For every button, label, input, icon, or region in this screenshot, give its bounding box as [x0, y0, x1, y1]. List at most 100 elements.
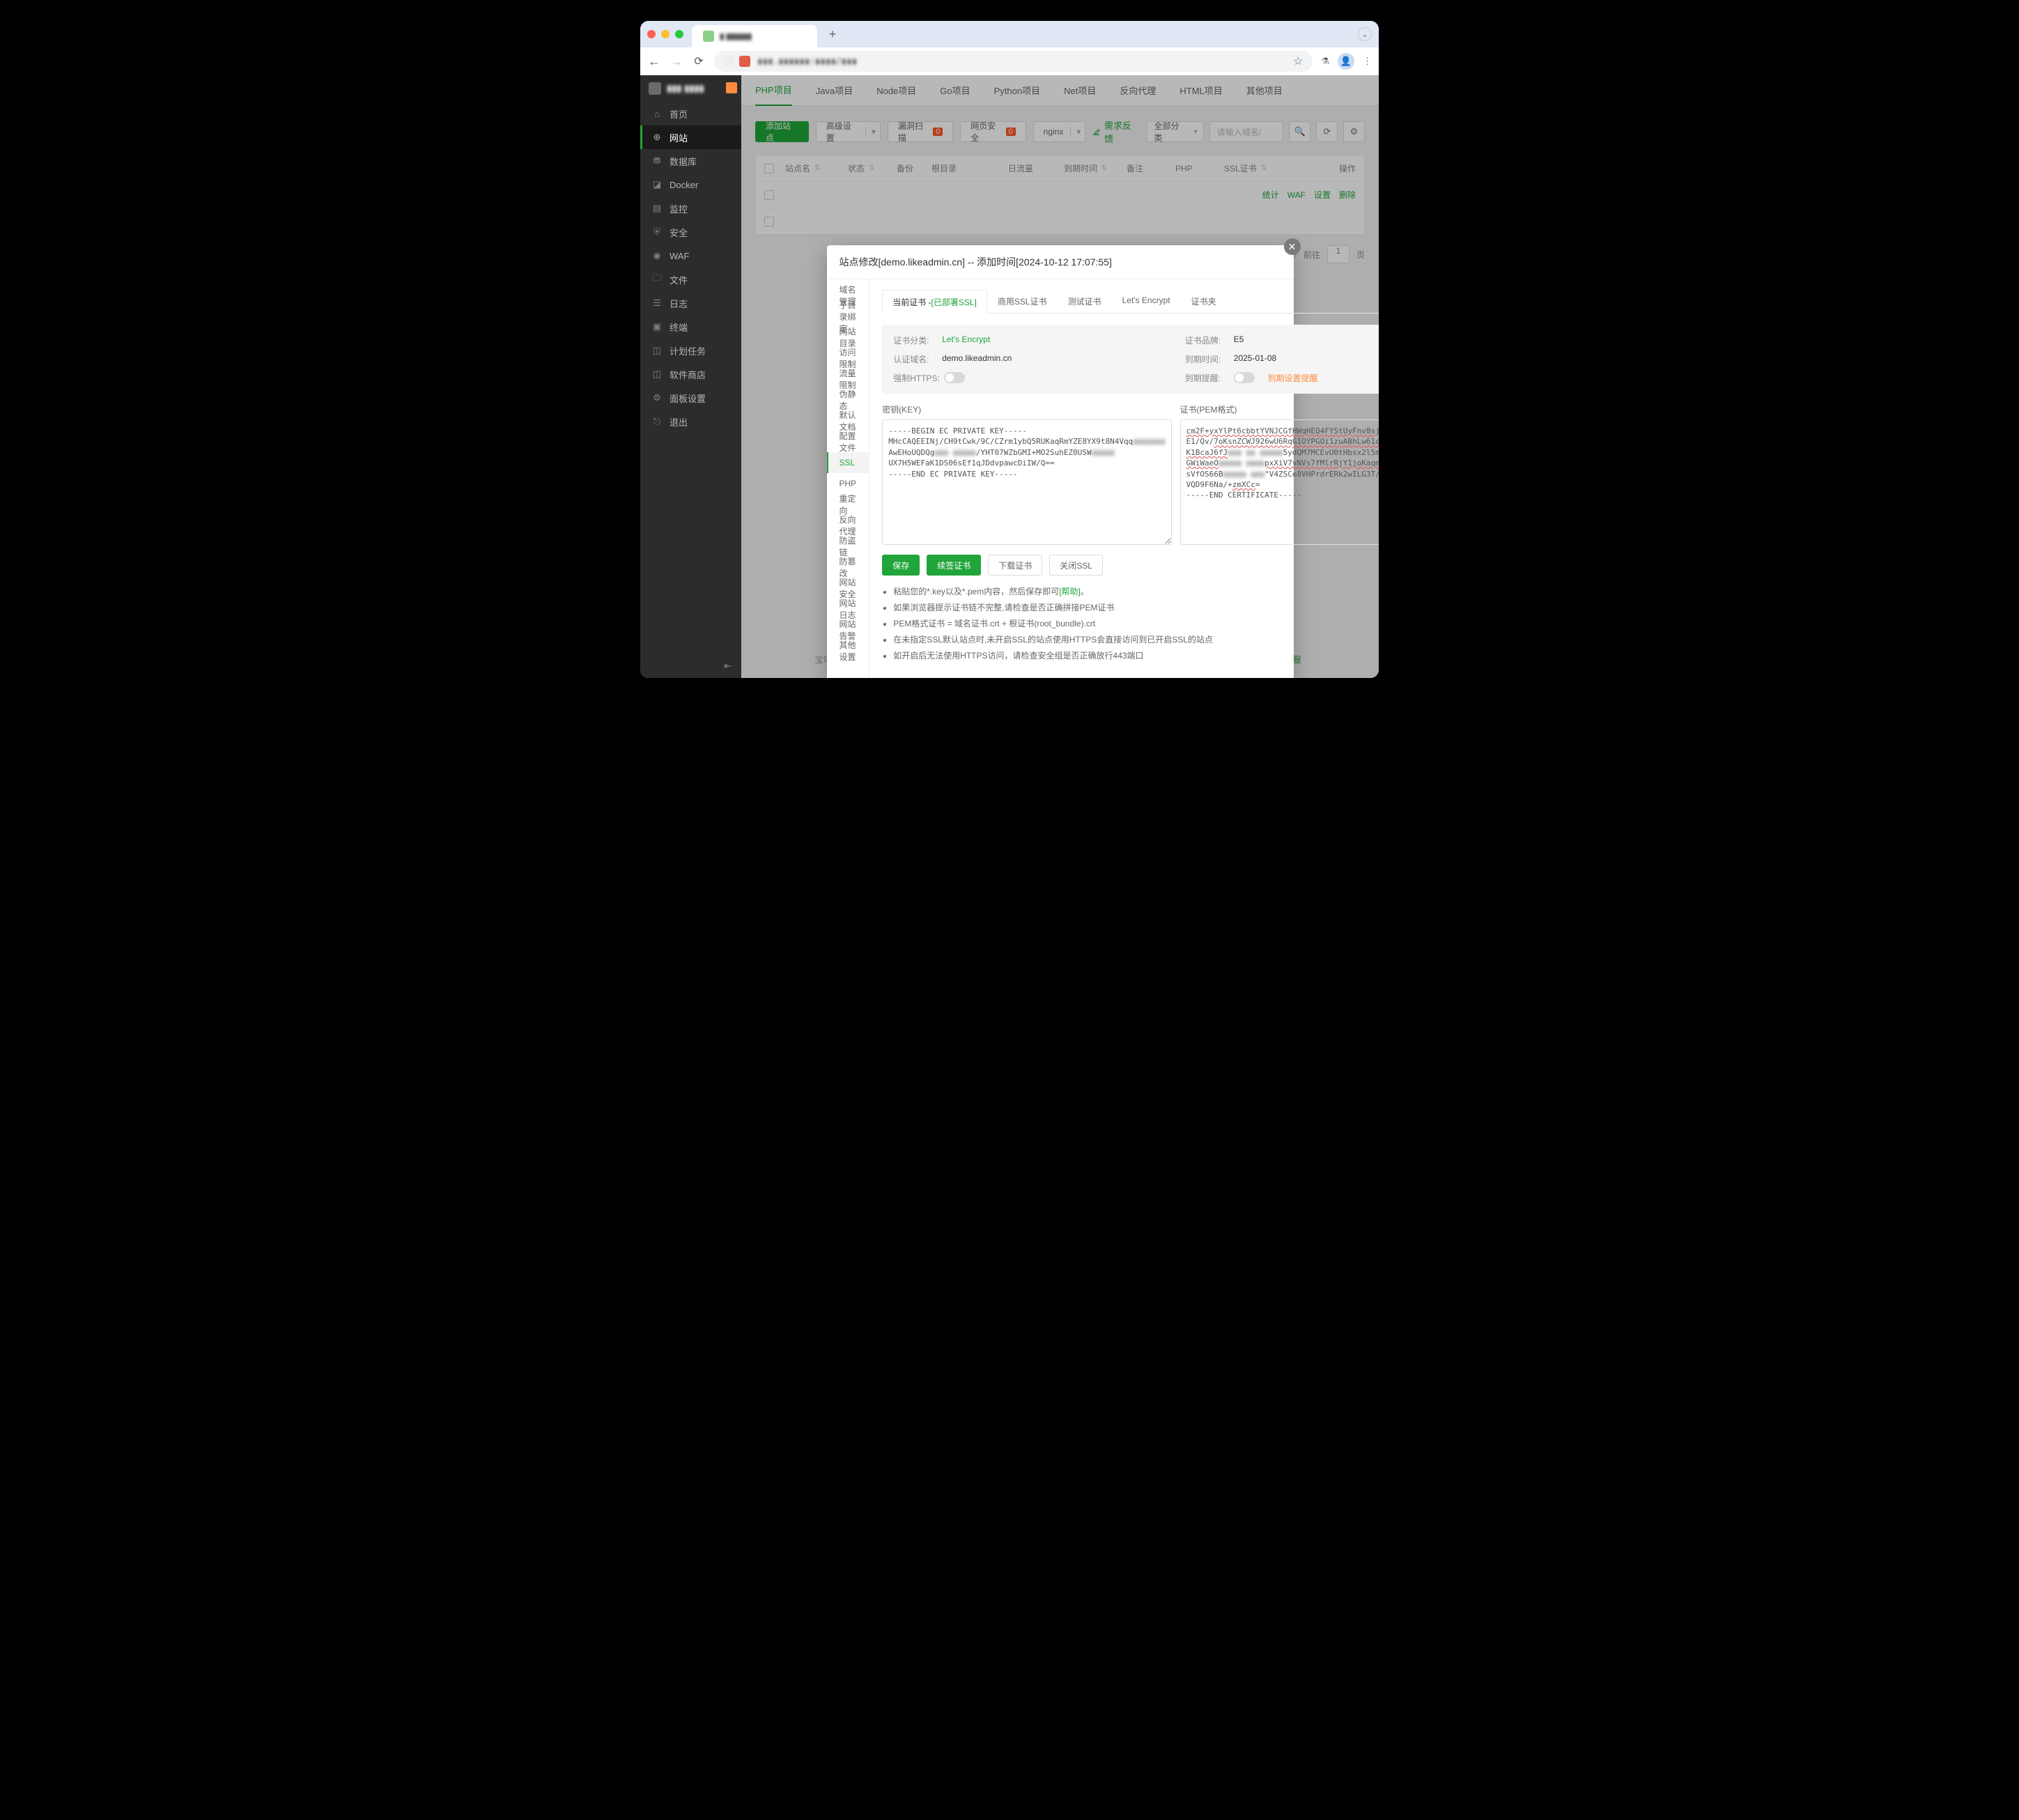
tab-menu-icon[interactable]: ⌄ — [1358, 27, 1372, 41]
modal-nav-redirect[interactable]: 重定向 — [827, 494, 869, 515]
grid-icon: ◫ — [651, 369, 663, 380]
sidebar-item-docker[interactable]: ◪Docker — [640, 173, 741, 196]
sidebar-item-website[interactable]: ⊕网站 — [640, 125, 741, 149]
ssl-tabs: 当前证书 -[已部署SSL] 商用SSL证书 测试证书 Let's Encryp… — [882, 289, 1379, 314]
private-key-textarea[interactable]: -----BEGIN EC PRIVATE KEY-----MHcCAQEEIN… — [882, 419, 1171, 545]
sidebar-item-cron[interactable]: ◫计划任务 — [640, 339, 741, 362]
modal-actions: 保存 续签证书 下载证书 关闭SSL — [882, 555, 1379, 576]
sidebar-item-security[interactable]: ⛨安全 — [640, 220, 741, 244]
profile-avatar[interactable]: 👤 — [1338, 53, 1354, 70]
download-cert-button[interactable]: 下载证书 — [988, 555, 1042, 576]
pem-textarea[interactable]: cm2F+yxYlPt6cbbtYVNJCGfHWqHEQ4FYStUyFnv8… — [1180, 419, 1379, 545]
site-info-icon[interactable] — [724, 56, 735, 67]
modal-nav-subdir[interactable]: 子目录绑定 — [827, 306, 869, 327]
tab-title: ▮ ▮▮▮▮▮▮ — [720, 31, 752, 41]
pem-label: 证书(PEM格式) — [1180, 403, 1379, 415]
close-window-icon[interactable] — [647, 30, 656, 38]
maximize-window-icon[interactable] — [675, 30, 683, 38]
kebab-menu-icon[interactable]: ⋮ — [1363, 56, 1372, 67]
database-icon: ⛃ — [651, 155, 663, 167]
sidebar-logo: ▮▮▮ ▮▮▮▮ — [640, 75, 741, 102]
reload-button[interactable]: ⟳ — [692, 54, 706, 68]
ssl-tab-folder[interactable]: 证书夹 — [1181, 289, 1227, 313]
tip-item: 在未指定SSL默认站点时,未开启SSL的站点使用HTTPS会直接访问到已开启SS… — [893, 633, 1379, 645]
sidebar-item-waf[interactable]: ◉WAF — [640, 244, 741, 268]
sidebar-collapse-button[interactable]: ⇤ — [640, 654, 741, 678]
sidebar-item-files[interactable]: 🗀文件 — [640, 268, 741, 291]
bookmark-icon[interactable]: ☆ — [1293, 54, 1303, 68]
docker-icon: ◪ — [651, 179, 663, 190]
modal-sidebar: 域名管理 子目录绑定 网站目录 访问限制 流量限制 伪静态 默认文档 配置文件 … — [827, 279, 870, 678]
modal-nav-php[interactable]: PHP — [827, 473, 869, 494]
renew-button[interactable]: 续签证书 — [927, 555, 981, 576]
log-icon: ☰ — [651, 298, 663, 309]
modal-nav-webroot[interactable]: 网站目录 — [827, 327, 869, 348]
logo-badge — [726, 82, 737, 93]
modal-nav-weblog[interactable]: 网站日志 — [827, 599, 869, 619]
sidebar-item-logs[interactable]: ☰日志 — [640, 291, 741, 315]
modal-nav-websecurity[interactable]: 网站安全 — [827, 578, 869, 599]
modal-nav-antisteal[interactable]: 防盗链 — [827, 536, 869, 557]
modal-close-button[interactable]: ✕ — [1284, 238, 1301, 255]
home-icon: ⌂ — [651, 108, 663, 119]
modal-nav-proxy[interactable]: 反向代理 — [827, 515, 869, 536]
logout-icon: ⎋ — [651, 416, 663, 427]
globe-icon: ⊕ — [651, 132, 663, 143]
tip-item: 如果浏览器提示证书链不完整,请检查是否正确拼接PEM证书 — [893, 601, 1379, 613]
monitor-icon: ▤ — [651, 203, 663, 214]
browser-tab[interactable]: ▮ ▮▮▮▮▮▮ — [692, 25, 817, 47]
tip-item: 粘贴您的*.key以及*.pem内容，然后保存即可[帮助]。 — [893, 585, 1379, 597]
tip-item: 如开启后无法使用HTTPS访问，请检查安全组是否正确放行443端口 — [893, 649, 1379, 661]
ssl-tab-test[interactable]: 测试证书 — [1058, 289, 1112, 313]
terminal-icon: ▣ — [651, 321, 663, 332]
ssl-tab-le[interactable]: Let's Encrypt — [1112, 289, 1181, 313]
sidebar-item-home[interactable]: ⌂首页 — [640, 102, 741, 125]
url-bar[interactable]: ▮▮▮.▮▮▮▮▮▮:▮▮▮▮/▮▮▮ ☆ — [714, 51, 1313, 72]
save-button[interactable]: 保存 — [882, 555, 920, 576]
forward-button[interactable]: → — [670, 54, 683, 69]
sidebar-item-appstore[interactable]: ◫软件商店 — [640, 362, 741, 386]
labs-icon[interactable]: ⚗ — [1321, 56, 1329, 67]
waf-icon: ◉ — [651, 250, 663, 261]
back-button[interactable]: ← — [647, 54, 661, 69]
sidebar: ▮▮▮ ▮▮▮▮ ⌂首页 ⊕网站 ⛃数据库 ◪Docker ▤监控 ⛨安全 ◉W… — [640, 75, 741, 678]
ssl-tips: 粘贴您的*.key以及*.pem内容，然后保存即可[帮助]。 如果浏览器提示证书… — [882, 585, 1379, 661]
folder-icon: 🗀 — [651, 274, 663, 285]
modal-nav-antitamper[interactable]: 防篡改 — [827, 557, 869, 578]
sidebar-item-logout[interactable]: ⎋退出 — [640, 410, 741, 433]
sidebar-item-terminal[interactable]: ▣终端 — [640, 315, 741, 339]
force-https-toggle[interactable] — [944, 372, 965, 383]
modal-nav-alert[interactable]: 网站告警 — [827, 619, 869, 640]
window-controls — [647, 30, 683, 38]
browser-chrome: ▮ ▮▮▮▮▮▮ + ⌄ ← → ⟳ ▮▮▮.▮▮▮▮▮▮:▮▮▮▮/▮▮▮ ☆… — [640, 21, 1379, 75]
sidebar-item-panel-settings[interactable]: ⚙面板设置 — [640, 386, 741, 410]
calendar-icon: ◫ — [651, 345, 663, 356]
sidebar-item-database[interactable]: ⛃数据库 — [640, 149, 741, 173]
tip-item: PEM格式证书 = 域名证书.crt + 根证书(root_bundle).cr… — [893, 617, 1379, 629]
modal-nav-other[interactable]: 其他设置 — [827, 640, 869, 661]
gear-icon: ⚙ — [651, 392, 663, 403]
modal-nav-access[interactable]: 访问限制 — [827, 348, 869, 369]
site-edit-modal: ✕ 站点修改[demo.likeadmin.cn] -- 添加时间[2024-1… — [827, 245, 1294, 678]
modal-nav-config[interactable]: 配置文件 — [827, 431, 869, 452]
modal-title: 站点修改[demo.likeadmin.cn] -- 添加时间[2024-10-… — [827, 245, 1294, 279]
modal-nav-defaultdoc[interactable]: 默认文档 — [827, 410, 869, 431]
cert-info: 证书分类:Let's Encrypt 证书品牌:E5 认证域名:demo.lik… — [882, 325, 1379, 394]
sidebar-item-monitor[interactable]: ▤监控 — [640, 196, 741, 220]
expire-remind-toggle[interactable] — [1234, 372, 1255, 383]
help-link[interactable]: [帮助] — [1059, 587, 1081, 596]
url-text: ▮▮▮.▮▮▮▮▮▮:▮▮▮▮/▮▮▮ — [757, 56, 857, 67]
key-label: 密钥(KEY) — [882, 403, 1171, 415]
tab-favicon — [703, 31, 714, 42]
ssl-tab-current[interactable]: 当前证书 -[已部署SSL] — [882, 290, 987, 314]
minimize-window-icon[interactable] — [661, 30, 670, 38]
expire-remind-link[interactable]: 到期设置提醒 — [1267, 372, 1317, 384]
security-warning-icon — [739, 56, 750, 67]
modal-nav-traffic[interactable]: 流量限制 — [827, 369, 869, 390]
modal-nav-ssl[interactable]: SSL — [827, 452, 869, 473]
ssl-tab-commercial[interactable]: 商用SSL证书 — [987, 289, 1058, 313]
logo-icon — [649, 82, 661, 95]
new-tab-button[interactable]: + — [823, 24, 842, 44]
close-ssl-button[interactable]: 关闭SSL — [1049, 555, 1103, 576]
modal-nav-rewrite[interactable]: 伪静态 — [827, 390, 869, 410]
